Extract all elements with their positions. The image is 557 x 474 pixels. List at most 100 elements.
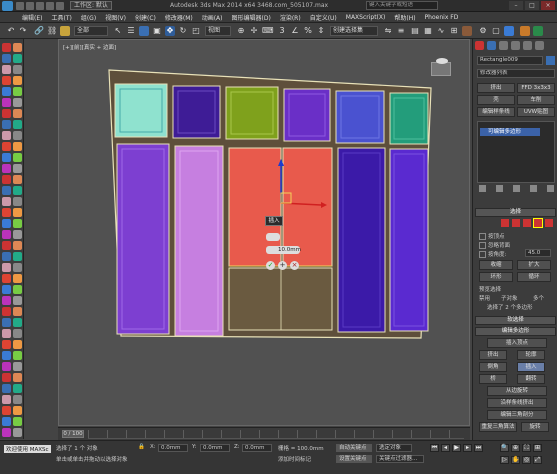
loop-button[interactable]: 循环 xyxy=(517,272,551,282)
workspace-dropdown[interactable]: 工作区: 默认 xyxy=(70,1,112,10)
left-toolbar-tool-icon[interactable] xyxy=(13,318,22,327)
ffd-button[interactable]: FFD 3x3x3 xyxy=(517,83,555,93)
ring-button[interactable]: 环形 xyxy=(479,272,513,282)
caddy-mode-button[interactable] xyxy=(266,233,280,241)
move-icon[interactable]: ✥ xyxy=(165,26,175,36)
by-vertex-checkbox[interactable]: 按顶点 xyxy=(479,232,505,240)
left-toolbar-tool-icon[interactable] xyxy=(2,87,11,96)
left-toolbar-tool-icon[interactable] xyxy=(2,98,11,107)
maximize-viewport-icon[interactable]: ⤢ xyxy=(533,456,542,464)
menu-maxscript[interactable]: MAXScript(X) xyxy=(346,14,386,21)
lathe-button[interactable]: 车削 xyxy=(517,95,555,105)
left-toolbar-tool-icon[interactable] xyxy=(13,384,22,393)
left-toolbar-tool-icon[interactable] xyxy=(13,219,22,228)
left-toolbar-tool-icon[interactable] xyxy=(2,120,11,129)
left-toolbar-tool-icon[interactable] xyxy=(13,307,22,316)
left-toolbar-tool-icon[interactable] xyxy=(13,351,22,360)
left-toolbar-tool-icon[interactable] xyxy=(2,208,11,217)
key-filters-button[interactable]: 关键点过滤器... xyxy=(376,455,424,463)
left-toolbar-tool-icon[interactable] xyxy=(2,406,11,415)
pivot-center-icon[interactable]: ⊕ xyxy=(236,26,246,36)
z-coordinate-field[interactable]: 0.0mm xyxy=(242,444,272,452)
edit-spline-button[interactable]: 编辑样条线 xyxy=(477,107,515,117)
unlink-icon[interactable]: ⛓ xyxy=(47,26,57,36)
edit-polygons-rollout[interactable]: 编辑多边形 xyxy=(475,327,556,336)
hinge-from-edge-button[interactable]: 从边旋转 xyxy=(487,386,547,396)
menu-views[interactable]: 视图(V) xyxy=(105,13,126,22)
go-to-end-icon[interactable]: ⏭ xyxy=(474,444,483,452)
left-toolbar-tool-icon[interactable] xyxy=(13,340,22,349)
menu-modifiers[interactable]: 修改器(M) xyxy=(165,13,193,22)
left-toolbar-tool-icon[interactable] xyxy=(2,351,11,360)
menu-phoenix[interactable]: Phoenix FD xyxy=(425,14,459,21)
left-toolbar-tool-icon[interactable] xyxy=(2,54,11,63)
left-toolbar-tool-icon[interactable] xyxy=(2,131,11,140)
left-toolbar-tool-icon[interactable] xyxy=(13,175,22,184)
caddy-cancel-icon[interactable]: × xyxy=(290,261,299,270)
left-toolbar-tool-icon[interactable] xyxy=(13,274,22,283)
show-end-result-icon[interactable] xyxy=(496,185,503,192)
extrude-along-spline-button[interactable]: 沿样条线挤出 xyxy=(487,398,547,408)
left-toolbar-tool-icon[interactable] xyxy=(2,230,11,239)
left-toolbar-tool-icon[interactable] xyxy=(2,263,11,272)
set-key-button[interactable]: 设置关键点 xyxy=(336,455,372,463)
extrude-poly-button[interactable]: 挤出 xyxy=(479,350,507,360)
insert-vertex-button[interactable]: 插入顶点 xyxy=(487,338,547,348)
preview-subobject-radio[interactable]: 子对象 xyxy=(501,294,518,302)
left-toolbar-tool-icon[interactable] xyxy=(13,76,22,85)
shell-button[interactable]: 壳 xyxy=(477,95,515,105)
bevel-button[interactable]: 倒角 xyxy=(479,362,507,372)
track-bar[interactable] xyxy=(88,430,464,439)
zoom-icon[interactable]: 🔍 xyxy=(500,444,509,452)
left-toolbar-tool-icon[interactable] xyxy=(13,395,22,404)
play-icon[interactable]: ▶ xyxy=(452,444,461,452)
left-toolbar-tool-icon[interactable] xyxy=(2,395,11,404)
new-file-icon[interactable] xyxy=(16,1,24,10)
left-toolbar-tool-icon[interactable] xyxy=(13,417,22,426)
caddy-apply-icon[interactable]: + xyxy=(278,261,287,270)
x-coordinate-field[interactable]: 0.0mm xyxy=(158,444,188,452)
undo-icon[interactable] xyxy=(46,1,54,10)
left-toolbar-tool-icon[interactable] xyxy=(13,142,22,151)
link-icon[interactable]: 🔗 xyxy=(34,26,44,36)
app-icon[interactable] xyxy=(2,0,13,11)
left-toolbar-tool-icon[interactable] xyxy=(13,109,22,118)
percent-snap-icon[interactable]: % xyxy=(303,26,313,36)
render-production-icon[interactable] xyxy=(504,26,514,36)
rectangular-selection-icon[interactable] xyxy=(139,26,149,36)
orbit-icon[interactable]: ◎ xyxy=(522,456,531,464)
left-toolbar-tool-icon[interactable] xyxy=(2,241,11,250)
by-angle-checkbox[interactable]: 按角度: xyxy=(479,250,506,258)
window-crossing-icon[interactable]: ▣ xyxy=(152,26,162,36)
menu-animation[interactable]: 动画(A) xyxy=(202,13,223,22)
left-toolbar-tool-icon[interactable] xyxy=(2,318,11,327)
left-toolbar-tool-icon[interactable] xyxy=(13,285,22,294)
left-toolbar-tool-icon[interactable] xyxy=(13,87,22,96)
vray-icon[interactable] xyxy=(520,26,530,36)
polygon-level-icon[interactable] xyxy=(533,218,543,228)
element-level-icon[interactable] xyxy=(545,219,553,227)
left-toolbar-tool-icon[interactable] xyxy=(13,131,22,140)
caddy-amount-field[interactable]: 10.0mm xyxy=(266,246,301,254)
spinner-snap-icon[interactable]: ⇕ xyxy=(316,26,326,36)
caddy-ok-icon[interactable]: ✓ xyxy=(266,261,275,270)
modifier-list-dropdown[interactable]: 修改器列表 xyxy=(477,69,555,78)
select-object-icon[interactable]: ↖ xyxy=(113,26,123,36)
minimize-button[interactable]: – xyxy=(509,1,523,10)
left-toolbar-tool-icon[interactable] xyxy=(2,186,11,195)
left-toolbar-tool-icon[interactable] xyxy=(13,208,22,217)
left-toolbar-tool-icon[interactable] xyxy=(13,252,22,261)
left-toolbar-tool-icon[interactable] xyxy=(2,362,11,371)
left-toolbar-tool-icon[interactable] xyxy=(2,373,11,382)
left-toolbar-tool-icon[interactable] xyxy=(2,285,11,294)
preview-multi-radio[interactable]: 多个 xyxy=(533,294,544,302)
left-toolbar-tool-icon[interactable] xyxy=(13,241,22,250)
add-time-tag[interactable]: 添加时间标记 xyxy=(278,455,311,463)
left-toolbar-tool-icon[interactable] xyxy=(13,164,22,173)
scale-icon[interactable]: ◰ xyxy=(191,26,201,36)
close-button[interactable]: × xyxy=(541,1,555,10)
uvw-map-button[interactable]: UVW贴图 xyxy=(517,107,555,117)
left-toolbar-tool-icon[interactable] xyxy=(2,274,11,283)
go-to-start-icon[interactable]: ⏮ xyxy=(430,444,439,452)
snaps-toggle-icon[interactable]: 3 xyxy=(277,26,287,36)
